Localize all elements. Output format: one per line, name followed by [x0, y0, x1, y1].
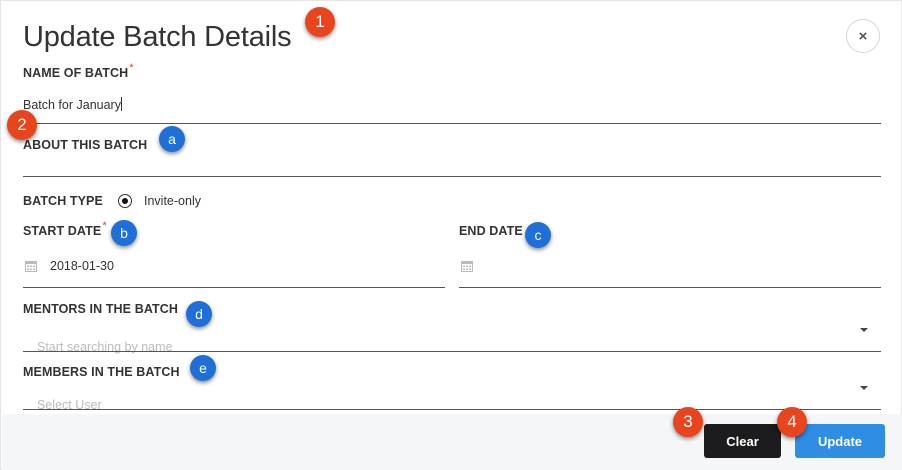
start-date-label-text: START DATE: [23, 224, 102, 238]
end-date-input[interactable]: [486, 259, 876, 277]
clear-button[interactable]: Clear: [704, 424, 781, 458]
annotation-marker-2: 2: [7, 110, 37, 140]
name-of-batch-underline: [23, 123, 881, 124]
mentors-label: MENTORS IN THE BATCH: [23, 302, 179, 316]
batch-type-label: BATCH TYPE: [23, 194, 103, 208]
name-of-batch-input[interactable]: Batch for January: [23, 97, 122, 112]
name-of-batch-label: NAME OF BATCH*: [23, 62, 134, 80]
annotation-marker-b: b: [111, 220, 137, 246]
annotation-marker-a: a: [159, 126, 185, 152]
mentors-underline: [23, 351, 881, 352]
modal-title: Update Batch Details: [23, 21, 292, 53]
name-of-batch-value: Batch for January: [23, 98, 121, 112]
radio-checked-icon[interactable]: [118, 194, 132, 208]
end-date-label: END DATE: [459, 224, 523, 238]
start-date-input[interactable]: 2018-01-30: [50, 259, 114, 273]
annotation-marker-4: 4: [777, 407, 807, 437]
close-button[interactable]: ×: [846, 19, 880, 53]
update-button[interactable]: Update: [795, 424, 885, 458]
annotation-marker-1: 1: [305, 7, 335, 37]
chevron-down-icon[interactable]: [860, 328, 868, 332]
radio-dot: [122, 198, 128, 204]
start-date-label: START DATE*: [23, 220, 107, 238]
name-of-batch-label-text: NAME OF BATCH: [23, 66, 129, 80]
members-label: MEMBERS IN THE BATCH: [23, 365, 180, 379]
about-batch-underline: [23, 176, 881, 177]
text-cursor: [120, 97, 122, 111]
chevron-down-icon[interactable]: [860, 386, 868, 390]
about-batch-input[interactable]: [23, 156, 881, 174]
calendar-icon: [461, 261, 473, 272]
about-batch-label: ABOUT THIS BATCH: [23, 138, 148, 152]
annotation-marker-e: e: [190, 355, 216, 381]
annotation-marker-c: c: [525, 222, 551, 248]
annotation-marker-3: 3: [673, 407, 703, 437]
batch-type-option-label[interactable]: Invite-only: [144, 194, 201, 208]
start-date-underline: [23, 287, 445, 288]
annotation-marker-d: d: [186, 301, 212, 327]
close-icon: ×: [858, 27, 868, 45]
members-underline: [23, 409, 881, 410]
required-marker: *: [129, 62, 134, 74]
required-marker: *: [102, 220, 107, 232]
calendar-icon: [25, 261, 37, 272]
end-date-underline: [459, 287, 881, 288]
